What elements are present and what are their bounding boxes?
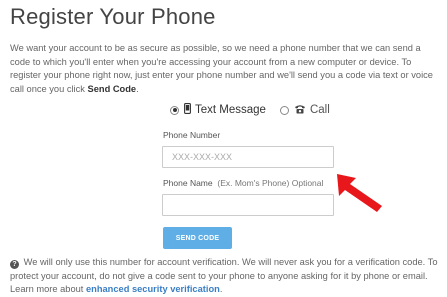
text-message-option[interactable]: Text Message — [170, 103, 266, 117]
text-message-radio[interactable] — [170, 105, 179, 115]
phone-name-input[interactable] — [162, 194, 334, 216]
mobile-phone-icon — [184, 103, 191, 117]
footer-note: ? We will only use this number for accou… — [10, 256, 442, 297]
call-label: Call — [309, 104, 330, 116]
intro-text: We want your account to be as secure as … — [10, 42, 442, 96]
text-message-label: Text Message — [195, 104, 266, 116]
phone-name-hint: (Ex. Mom's Phone) Optional — [217, 178, 324, 188]
call-option[interactable]: Call — [279, 104, 330, 117]
verification-method-options: Text Message Call — [170, 103, 344, 117]
phone-number-label: Phone Number — [163, 130, 221, 140]
red-arrow-icon — [337, 174, 382, 212]
telephone-icon — [294, 104, 306, 117]
call-radio[interactable] — [279, 105, 289, 115]
intro-body: We want your account to be as secure as … — [10, 43, 433, 94]
page-title: Register Your Phone — [10, 4, 216, 29]
phone-name-label-text: Phone Name — [163, 178, 213, 188]
intro-send-code-bold: Send Code — [87, 83, 137, 94]
intro-end: . — [136, 83, 139, 94]
footer-end: . — [219, 284, 223, 294]
phone-number-input[interactable] — [162, 146, 334, 168]
question-circle-icon: ? — [10, 260, 19, 269]
enhanced-security-link[interactable]: enhanced security verification — [86, 284, 220, 294]
footer-text: We will only use this number for account… — [10, 257, 438, 294]
send-code-button[interactable]: SEND CODE — [163, 227, 232, 249]
phone-name-label: Phone Name (Ex. Mom's Phone) Optional — [163, 178, 323, 188]
